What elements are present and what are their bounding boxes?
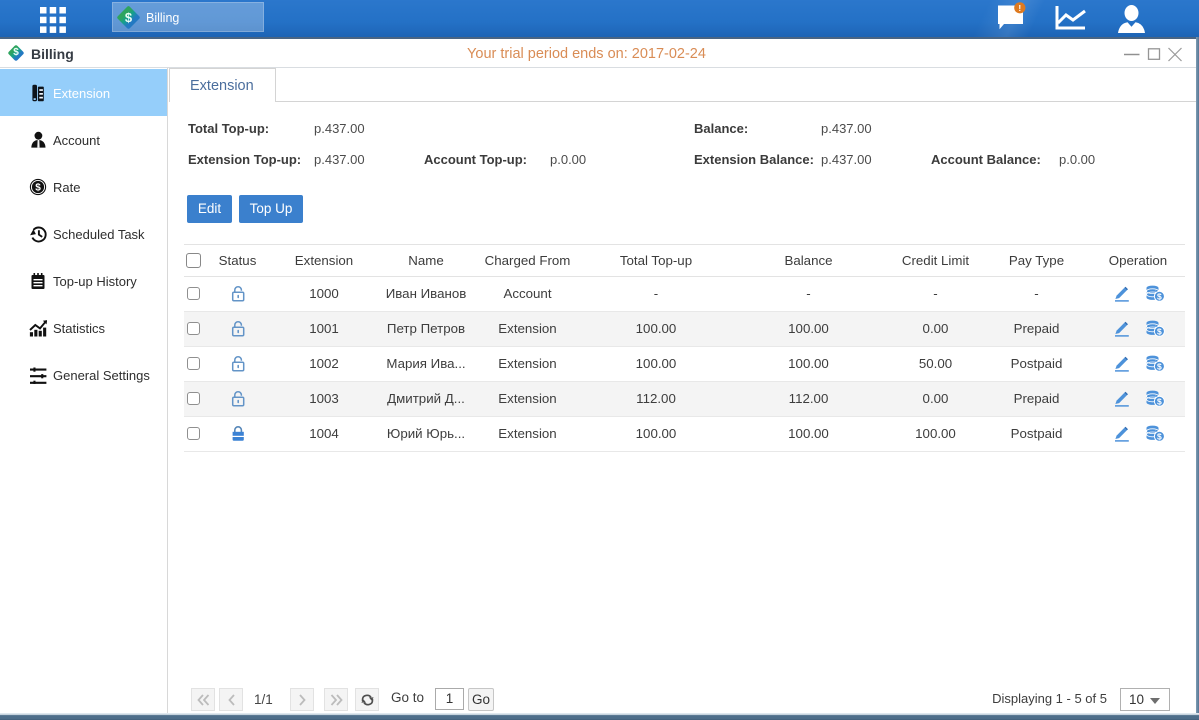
svg-text:$: $ bbox=[35, 183, 41, 194]
svg-text:$: $ bbox=[1157, 327, 1162, 337]
svg-text:!: ! bbox=[1018, 3, 1021, 13]
svg-text:$: $ bbox=[1157, 432, 1162, 442]
svg-text:$: $ bbox=[1157, 397, 1162, 407]
svg-text:$: $ bbox=[1157, 362, 1162, 372]
svg-text:$: $ bbox=[1157, 292, 1162, 302]
